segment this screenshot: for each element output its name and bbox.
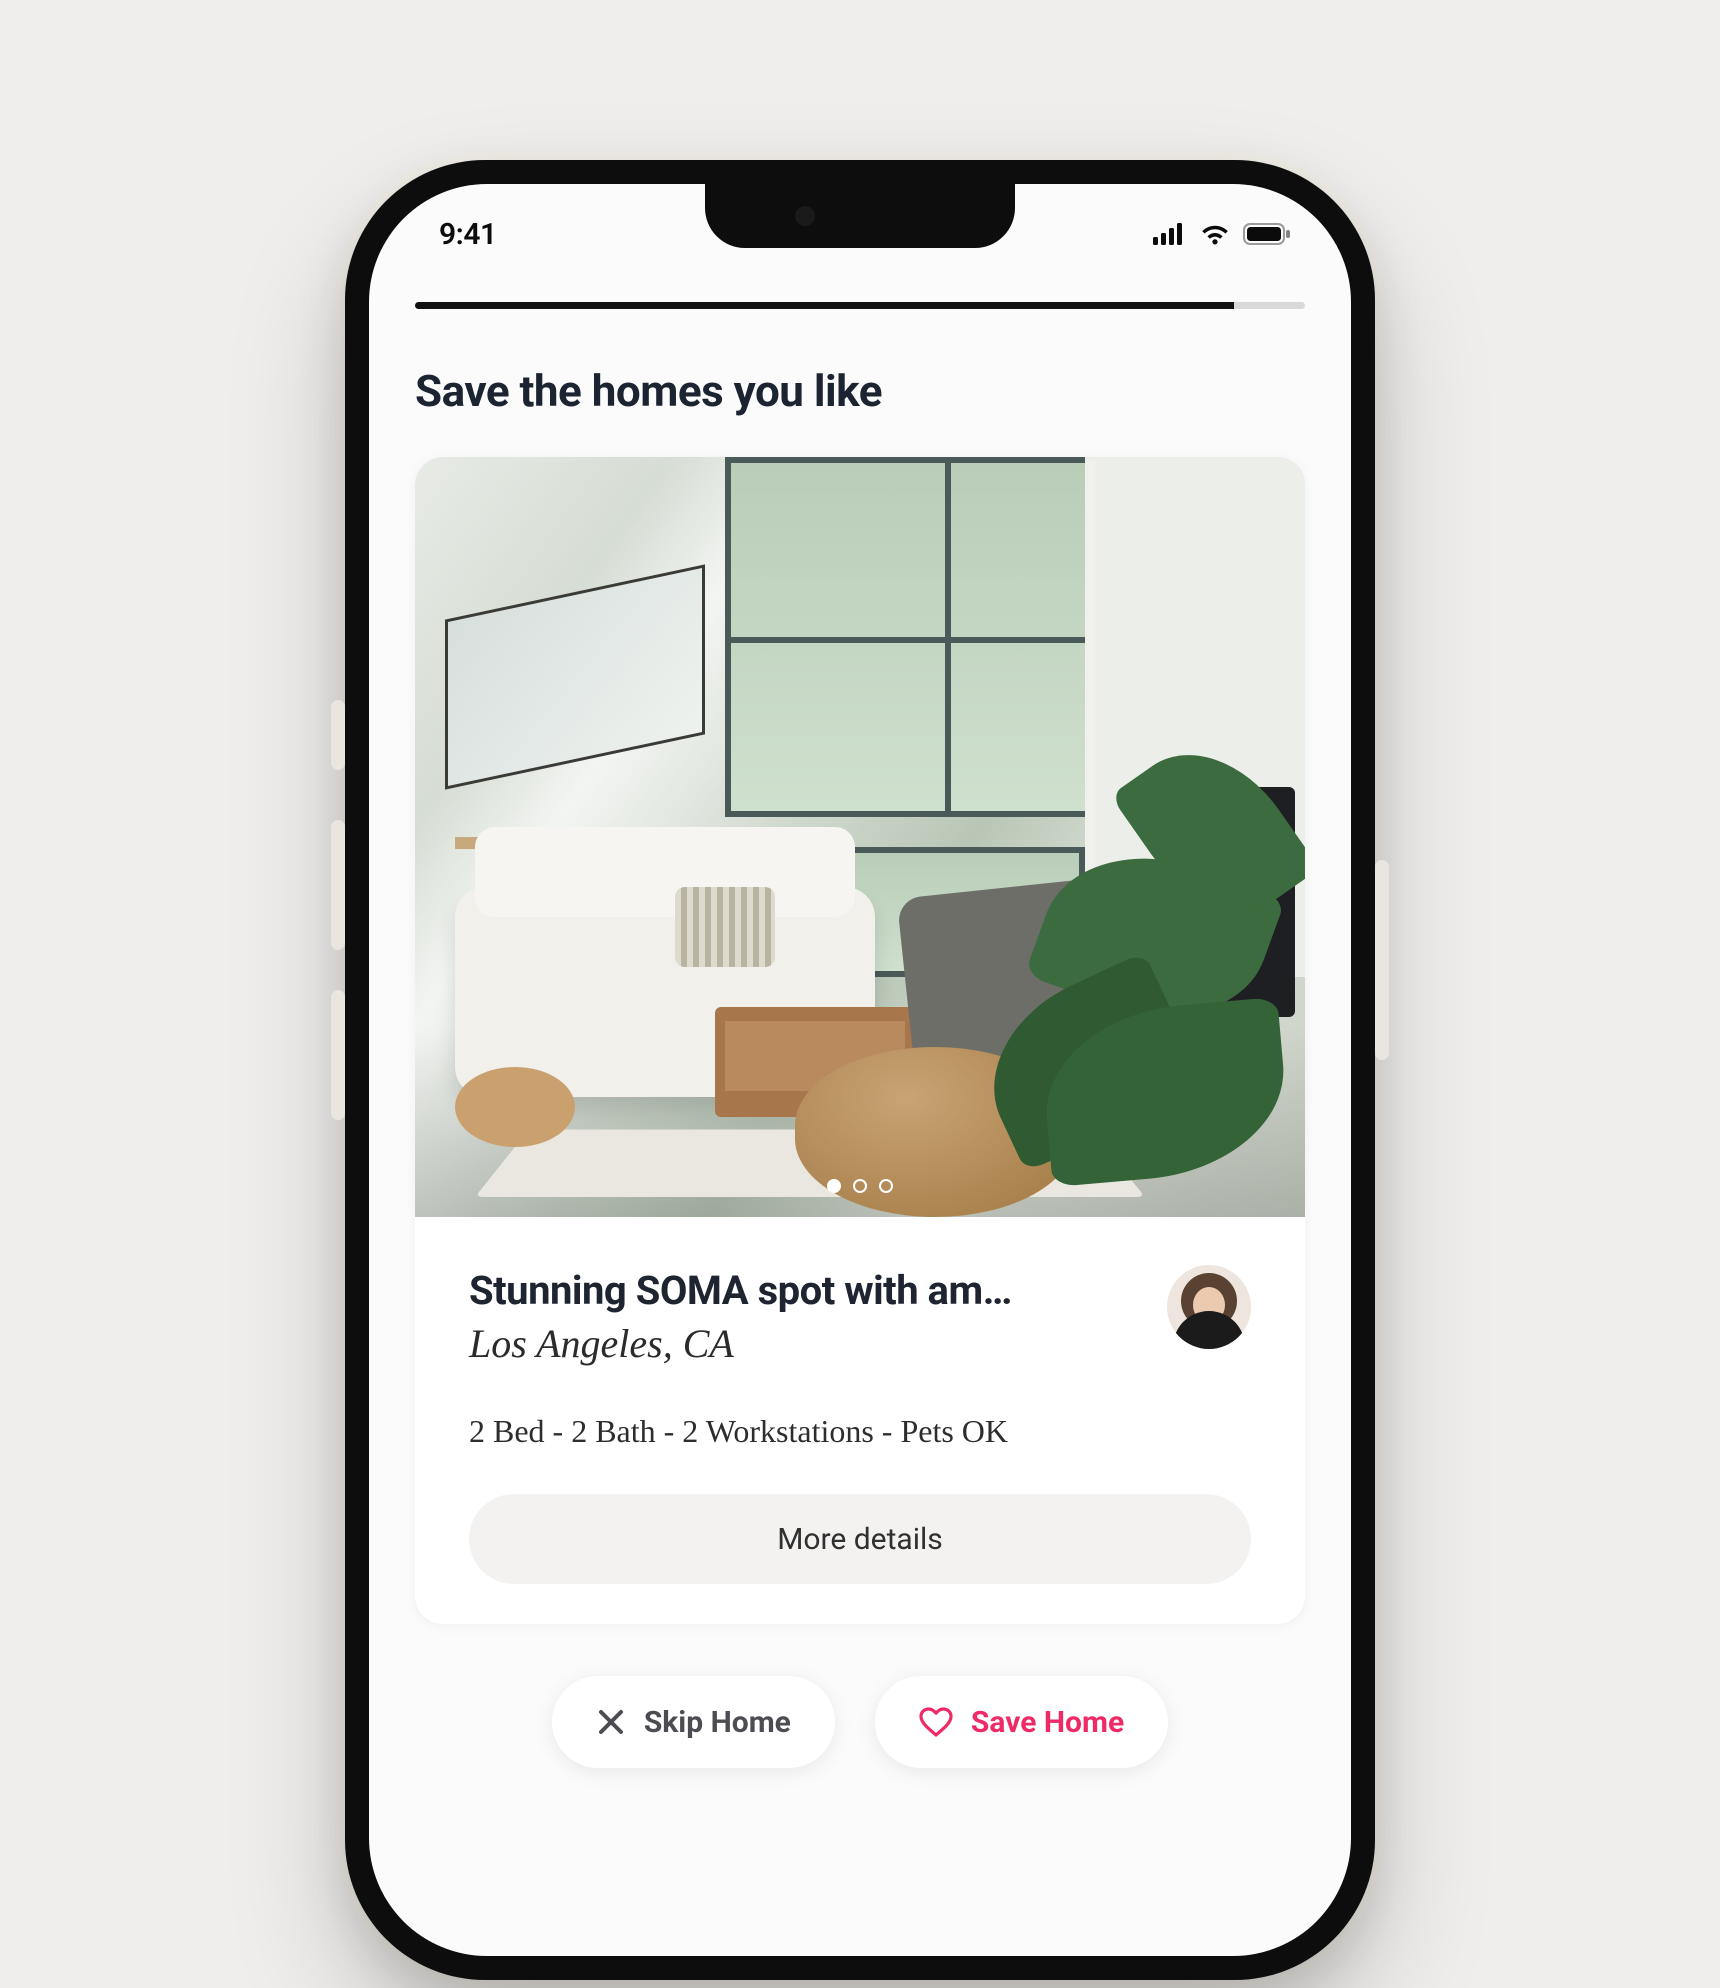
action-row: Skip Home Save Home [369, 1676, 1351, 1768]
listing-title: Stunning SOMA spot with am… [469, 1267, 1251, 1314]
onboarding-progress [415, 302, 1305, 309]
side-button [1375, 860, 1389, 1060]
battery-icon [1243, 223, 1291, 245]
listing-location: Los Angeles, CA [469, 1320, 1251, 1367]
carousel-dot[interactable] [827, 1179, 841, 1193]
page-title: Save the homes you like [415, 365, 1305, 417]
save-home-label: Save Home [971, 1705, 1124, 1740]
heart-icon [919, 1707, 953, 1737]
phone-screen: 9:41 Save the homes you like [369, 184, 1351, 1956]
save-home-button[interactable]: Save Home [875, 1676, 1168, 1768]
listing-photo[interactable] [415, 457, 1305, 1217]
side-button [331, 820, 345, 950]
skip-home-label: Skip Home [644, 1705, 791, 1740]
skip-home-button[interactable]: Skip Home [552, 1676, 835, 1768]
carousel-dot[interactable] [879, 1179, 893, 1193]
phone-device-frame: 9:41 Save the homes you like [345, 160, 1375, 1980]
listing-meta: 2 Bed - 2 Bath - 2 Workstations - Pets O… [469, 1413, 1251, 1450]
status-icons [1153, 223, 1291, 245]
side-button [331, 700, 345, 770]
status-time: 9:41 [439, 217, 497, 252]
onboarding-progress-fill [415, 302, 1234, 309]
listing-card[interactable]: Stunning SOMA spot with am… Los Angeles,… [415, 457, 1305, 1624]
close-icon [596, 1707, 626, 1737]
side-button [331, 990, 345, 1120]
phone-notch [705, 184, 1015, 248]
wifi-icon [1199, 223, 1231, 245]
carousel-dot[interactable] [853, 1179, 867, 1193]
more-details-button[interactable]: More details [469, 1494, 1251, 1584]
listing-body: Stunning SOMA spot with am… Los Angeles,… [415, 1217, 1305, 1624]
host-avatar[interactable] [1167, 1265, 1251, 1349]
cellular-icon [1153, 223, 1187, 245]
carousel-dots[interactable] [827, 1179, 893, 1193]
